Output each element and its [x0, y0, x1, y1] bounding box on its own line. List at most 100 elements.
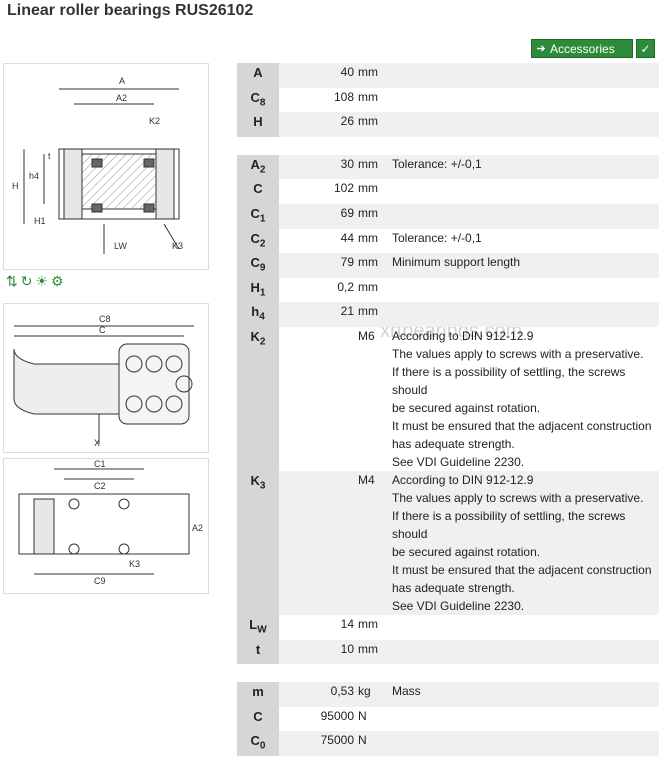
spec-note	[388, 707, 659, 732]
spec-label: m	[237, 682, 279, 707]
spec-row: C 95000 N	[237, 706, 659, 732]
spec-unit: M6	[358, 328, 375, 343]
spec-note	[388, 302, 659, 327]
spec-unit: mm	[358, 89, 378, 104]
spec-note-line: Minimum support length	[392, 255, 521, 270]
spec-note-line: Tolerance: +/-0,1	[392, 230, 482, 245]
spec-value: 44	[340, 230, 354, 245]
spec-row: K3 M4 According to DIN 912-12.9 The values …	[237, 470, 659, 615]
dim-H: H	[12, 181, 19, 191]
spec-unit: M4	[358, 470, 388, 615]
spec-value: 26	[279, 112, 358, 137]
top-view-svg: C1 C2 A2 C9 K3	[18, 459, 203, 586]
spec-label: LW	[237, 614, 279, 640]
spec-value: 40	[279, 63, 358, 88]
spec-value: 69	[279, 203, 358, 229]
spec-row: A 40 mm	[237, 63, 659, 88]
spec-label: C9	[237, 253, 279, 278]
spec-value: 14	[340, 616, 354, 631]
spec-unit: mm	[358, 279, 378, 294]
spec-group: m 0,53 kg Mass C 95000 N C0 75000 N	[237, 682, 659, 756]
spec-row: C9 79 mm Minimum support length	[237, 253, 659, 278]
spec-row: C2 44 mm Tolerance: +/-0,1	[237, 228, 659, 254]
spec-unit: mm	[358, 302, 388, 327]
spec-row: C8 108 mm	[237, 87, 659, 113]
dim-A2: A2	[116, 93, 127, 103]
spec-note: Tolerance: +/-0,1	[388, 229, 659, 254]
spec-note	[388, 63, 659, 88]
side-view-svg: C8 C X	[13, 314, 194, 448]
cross-section-drawing: A A2 K2 H h4 t H1 LW K3	[3, 63, 209, 270]
dim-A2-side: A2	[192, 523, 203, 533]
spec-unit: mm	[358, 253, 388, 278]
dim-C8: C8	[99, 314, 111, 324]
spec-label: C1	[237, 203, 279, 229]
spec-note-line: be secured against rotation.	[392, 400, 541, 415]
spec-label: C	[237, 706, 279, 732]
spec-note-line: According to DIN 912-12.9	[392, 328, 534, 343]
spec-label: K2	[237, 326, 279, 471]
spec-label: H	[237, 112, 279, 137]
spec-note	[388, 179, 659, 204]
spec-note: Tolerance: +/-0,1	[388, 154, 659, 180]
accessories-button[interactable]: ➔ Accessories	[531, 39, 633, 58]
spec-value: 0,2	[337, 279, 354, 294]
dim-H1: H1	[34, 216, 46, 226]
dim-h4: h4	[29, 171, 39, 181]
spec-row: t 10 mm	[237, 639, 659, 665]
spec-note: According to DIN 912-12.9 The values appl…	[388, 470, 659, 615]
spec-label: t	[237, 639, 279, 665]
spec-label: K3	[237, 470, 279, 615]
spec-label: A	[237, 63, 279, 88]
spec-row: H1 0,2 mm	[237, 277, 659, 303]
spec-value: 79	[279, 253, 358, 278]
dim-C1: C1	[94, 459, 106, 469]
dim-A: A	[119, 76, 125, 86]
rotation-icon: ↻	[20, 273, 36, 289]
specification-table: A 40 mm C8 108 mm H 26 mm A2 30 mm Tolerance: +/-0,1…	[237, 63, 659, 774]
spec-note-line: be secured against rotation.	[392, 544, 541, 559]
dim-C: C	[99, 325, 106, 335]
spec-unit: mm	[358, 203, 388, 229]
dim-LW: LW	[114, 241, 127, 251]
side-view-drawing: C8 C X	[3, 303, 209, 453]
checkmark-icon[interactable]: ✓	[636, 39, 655, 58]
spec-note	[388, 88, 659, 113]
spec-label: C	[237, 179, 279, 204]
lubrication-icon: ☀	[35, 273, 52, 289]
load-direction-icon: ⇅	[6, 273, 21, 289]
spec-value: 21	[279, 302, 358, 327]
spec-note: According to DIN 912-12.9 The values appl…	[388, 327, 659, 471]
spec-value: 108	[333, 89, 354, 104]
spec-label: A2	[237, 154, 279, 180]
arrow-right-icon: ➔	[536, 43, 546, 55]
dim-t: t	[48, 151, 51, 161]
spec-group: A 40 mm C8 108 mm H 26 mm	[237, 63, 659, 137]
spec-note-line: See VDI Guideline 2230.	[392, 598, 525, 613]
spec-unit: mm	[358, 112, 388, 137]
spec-unit: mm	[358, 639, 388, 665]
spec-row: h4 21 mm	[237, 302, 659, 327]
spec-row: C1 69 mm	[237, 203, 659, 229]
spec-note-line: If there is a possibility of settling, t…	[392, 508, 626, 541]
spec-note	[388, 203, 659, 229]
spec-note-line: Tolerance: +/-0,1	[392, 156, 482, 171]
spec-value: 102	[333, 181, 354, 196]
spec-note-line: According to DIN 912-12.9	[392, 472, 534, 487]
spec-label: H1	[237, 277, 279, 303]
spec-label: C0	[237, 731, 279, 756]
spec-label: C8	[237, 87, 279, 113]
spec-unit: mm	[358, 616, 378, 631]
spec-row: C0 75000 N	[237, 731, 659, 756]
cross-section-svg: A A2 K2 H h4 t H1 LW K3	[12, 76, 183, 254]
spec-unit: mm	[358, 63, 388, 88]
dim-C2: C2	[94, 481, 106, 491]
spec-label: h4	[237, 302, 279, 327]
top-view-drawing: C1 C2 A2 C9 K3	[3, 458, 209, 594]
feature-icons: ⇅↻☀⚙	[6, 273, 67, 290]
spec-unit: mm	[358, 181, 378, 196]
accessories-label: Accessories	[550, 41, 615, 56]
spec-note	[388, 615, 659, 640]
spec-unit: N	[358, 708, 367, 723]
spec-row: LW 14 mm	[237, 614, 659, 640]
